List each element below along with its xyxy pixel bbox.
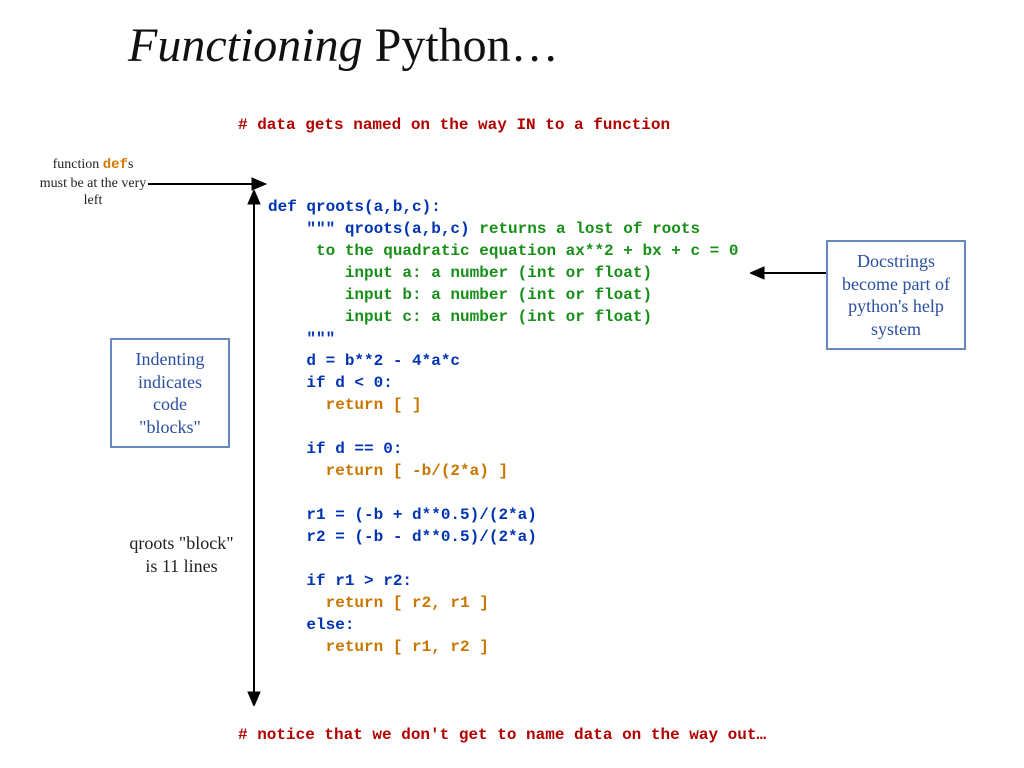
side-note-pre: function [53,157,103,172]
code-line: return [ -b/(2*a) ] [268,462,508,480]
keyword-def: def [103,157,128,173]
arrow-left-icon [750,262,828,284]
code-line: to the quadratic equation ax**2 + bx + c… [268,242,738,260]
code-line: d = b**2 - 4*a*c [268,352,460,370]
code-line: def qroots(a,b,c): [268,198,441,216]
code-line: returns a lost of roots [479,220,700,238]
code-line: else: [268,616,354,634]
code-line: r2 = (-b - d**0.5)/(2*a) [268,528,537,546]
code-line: input c: a number (int or float) [268,308,652,326]
slide-title: Functioning Python… [128,18,559,73]
code-line: return [ r2, r1 ] [268,594,489,612]
code-line: input b: a number (int or float) [268,286,652,304]
title-emphasis: Functioning [128,19,363,72]
code-line: return [ ] [268,396,422,414]
qroots-lines-note: qroots "block" is 11 lines [124,532,239,579]
title-rest: Python… [363,19,559,72]
bottom-comment: # notice that we don't get to name data … [238,726,766,744]
vertical-span-icon [244,190,264,706]
code-line: return [ r1, r2 ] [268,638,489,656]
code-line: if r1 > r2: [268,572,412,590]
code-line: """ [268,330,335,348]
code-block: def qroots(a,b,c): """ qroots(a,b,c) ret… [268,174,738,658]
left-def-note: function defs must be at the very left [38,156,148,210]
code-line: r1 = (-b + d**0.5)/(2*a) [268,506,537,524]
code-line: input a: a number (int or float) [268,264,652,282]
callout-docstrings: Docstrings become part of python's help … [826,240,966,350]
code-line: if d < 0: [268,374,393,392]
code-line: """ qroots(a,b,c) [268,220,479,238]
top-comment: # data gets named on the way IN to a fun… [238,116,670,134]
callout-indenting: Indenting indicates code "blocks" [110,338,230,448]
code-line: if d == 0: [268,440,402,458]
